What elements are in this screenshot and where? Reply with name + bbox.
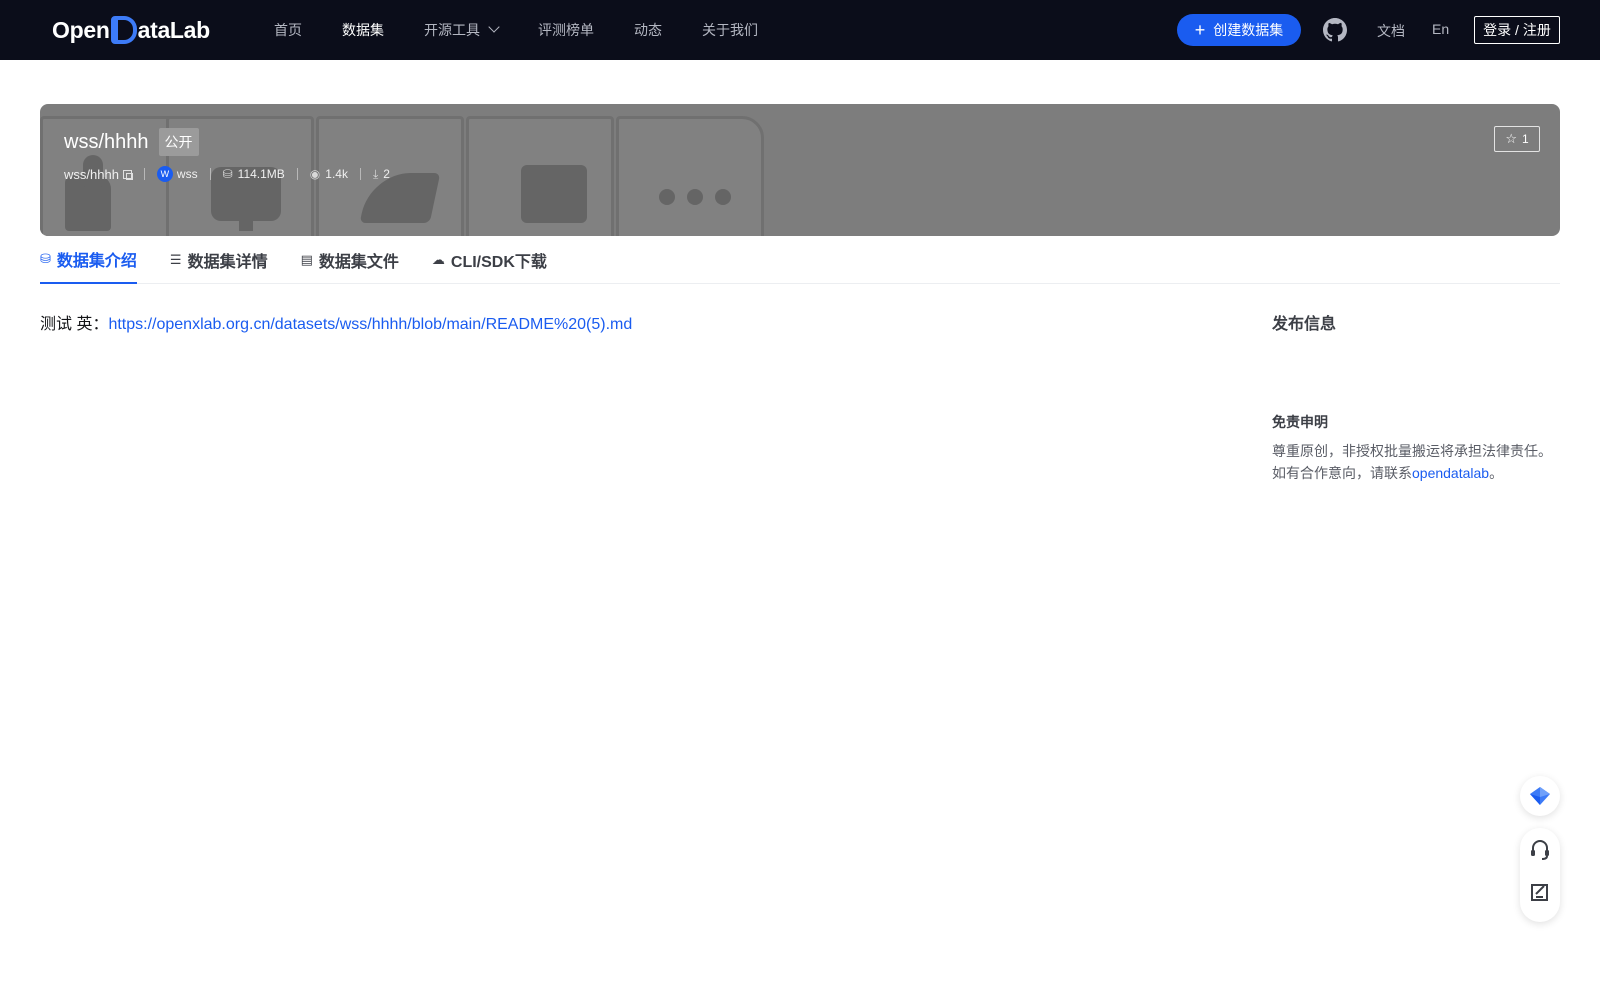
disclaimer-line-1: 尊重原创，非授权批量搬运将承担法律责任。	[1272, 443, 1552, 459]
nav-docs-link[interactable]: 文档	[1377, 21, 1405, 41]
nav-item-about[interactable]: 关于我们	[702, 20, 758, 40]
copy-icon[interactable]	[122, 169, 133, 180]
list-icon: ☰	[169, 252, 182, 267]
banner-tile-flag	[466, 116, 614, 236]
disclaimer-text: 尊重原创，非授权批量搬运将承担法律责任。 如有合作意向，请联系opendatal…	[1272, 440, 1562, 484]
logo-text-atalab: ataLab	[137, 16, 211, 43]
nav-item-home[interactable]: 首页	[274, 20, 302, 40]
eye-icon: ◉	[309, 167, 321, 181]
publish-info-heading: 发布信息	[1272, 316, 1337, 333]
tab-introduction[interactable]: ⛁ 数据集介绍	[40, 236, 137, 284]
cloud-download-icon: ☁	[431, 252, 445, 267]
readme-content: 测试 英：https://openxlab.org.cn/datasets/ws…	[40, 310, 632, 334]
avatar[interactable]: W	[156, 166, 173, 182]
download-count: 2	[383, 167, 390, 181]
repo-name: wss/hhhh	[64, 166, 119, 182]
tab-details-label: 数据集详情	[187, 254, 268, 271]
tab-introduction-label: 数据集介绍	[56, 253, 137, 270]
assistant-button[interactable]	[1520, 776, 1560, 816]
file-icon: ▤	[300, 252, 313, 267]
nav-item-tools[interactable]: 开源工具	[424, 20, 500, 40]
nav-item-leaderboard[interactable]: 评测榜单	[538, 20, 594, 40]
more-dot-icon	[687, 189, 703, 205]
login-register-button[interactable]: 登录 / 注册	[1474, 16, 1560, 44]
download-icon: ⤓	[372, 166, 379, 181]
feedback-edit-icon[interactable]	[1528, 880, 1552, 904]
database-icon: ⛁	[40, 251, 51, 266]
view-count: 1.4k	[325, 167, 348, 181]
disclaimer-suffix: 。	[1489, 465, 1504, 481]
contact-link[interactable]: opendatalab	[1412, 465, 1489, 481]
create-dataset-label: 创建数据集	[1213, 22, 1284, 38]
feishu-bird-icon	[1530, 787, 1550, 805]
meta-divider	[143, 168, 145, 180]
storage-icon: ⛁	[222, 167, 233, 181]
more-dot-icon	[659, 189, 675, 205]
dataset-tabs: ⛁ 数据集介绍 ☰ 数据集详情 ▤ 数据集文件 ☁ CLI/SDK下载	[40, 236, 1560, 284]
nav-menu: 首页 数据集 开源工具 评测榜单 动态 关于我们	[274, 0, 798, 60]
dataset-size: 114.1MB	[237, 167, 285, 181]
disclaimer-line-2: 如有合作意向，请联系opendatalab。	[1272, 462, 1562, 484]
nav-item-tools-label: 开源工具	[424, 22, 480, 38]
owner-name[interactable]: wss	[177, 167, 198, 181]
disclaimer-heading: 免责申明	[1272, 414, 1328, 430]
dataset-meta-row: wss/hhhh W wss ⛁ 114.1MB ◉ 1.4k ⤓ 2	[64, 166, 390, 182]
dataset-banner: wss/hhhh 公开 wss/hhhh W wss ⛁ 114.1MB ◉ 1…	[40, 104, 1560, 236]
logo-text-open: Open	[52, 16, 110, 43]
disclaimer-prefix: 如有合作意向，请联系	[1272, 465, 1412, 481]
tab-files[interactable]: ▤ 数据集文件	[301, 236, 399, 284]
tab-cli-sdk[interactable]: ☁ CLI/SDK下载	[432, 236, 547, 284]
meta-divider	[296, 168, 298, 180]
github-icon[interactable]	[1323, 18, 1347, 42]
tab-details[interactable]: ☰ 数据集详情	[170, 236, 268, 284]
banner-tile-more	[616, 116, 764, 236]
dataset-title: wss/hhhh	[64, 130, 149, 153]
more-dot-icon	[715, 189, 731, 205]
dataset-title-row: wss/hhhh 公开	[64, 128, 199, 156]
meta-divider	[209, 168, 211, 180]
star-button[interactable]: ☆ 1	[1494, 126, 1540, 152]
visibility-badge: 公开	[158, 128, 199, 156]
meta-divider	[359, 168, 361, 180]
logo-d-mark-icon	[110, 16, 137, 44]
readme-link[interactable]: https://openxlab.org.cn/datasets/wss/hhh…	[108, 316, 632, 333]
chevron-down-icon	[488, 21, 500, 33]
star-icon: ☆	[1505, 131, 1517, 146]
star-count: 1	[1521, 132, 1529, 146]
floating-tools	[1520, 828, 1560, 922]
tab-cli-sdk-label: CLI/SDK下载	[450, 254, 547, 271]
nav-item-news[interactable]: 动态	[634, 20, 662, 40]
comment-tail-shape	[239, 219, 253, 231]
flag-icon	[521, 165, 587, 223]
plus-icon: +	[1194, 20, 1206, 40]
nav-item-datasets[interactable]: 数据集	[342, 20, 384, 40]
tab-files-label: 数据集文件	[318, 254, 399, 271]
top-navbar: Open ataLab 首页 数据集 开源工具 评测榜单 动态 关于我们 + 创…	[0, 0, 1600, 60]
headset-support-icon[interactable]	[1528, 838, 1552, 862]
dataset-sidebar: 发布信息 免责申明 尊重原创，非授权批量搬运将承担法律责任。 如有合作意向，请联…	[1272, 310, 1562, 481]
readme-prefix: 测试 英：	[40, 316, 109, 333]
create-dataset-button[interactable]: + 创建数据集	[1177, 14, 1301, 46]
language-switch[interactable]: En	[1432, 21, 1449, 37]
opendatalab-logo[interactable]: Open ataLab	[52, 14, 210, 46]
